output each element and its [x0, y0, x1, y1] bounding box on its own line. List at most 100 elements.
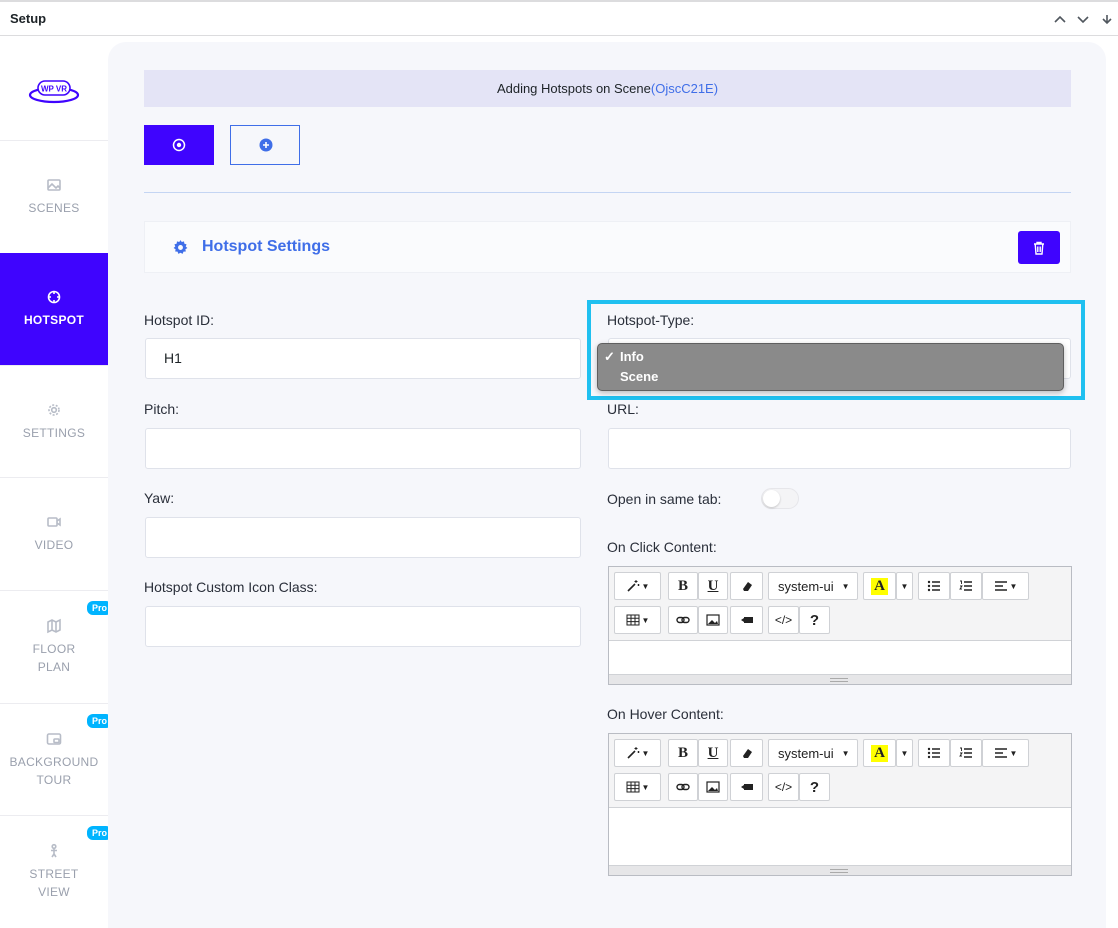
yaw-input[interactable]: [145, 517, 581, 558]
table-icon: [626, 614, 640, 626]
style-magic-button[interactable]: ▼: [614, 572, 661, 600]
sidebar-item-floor-plan[interactable]: Pro FLOOR PLAN: [0, 590, 112, 702]
font-family-value: system-ui: [778, 578, 834, 594]
on-hover-content-label: On Hover Content:: [607, 706, 724, 722]
underline-button[interactable]: U: [698, 739, 728, 767]
sidebar-item-label: BACKGROUND TOUR: [9, 754, 99, 787]
code-view-button[interactable]: </>: [768, 606, 799, 634]
main-panel: Adding Hotspots on Scene(OjscC21E) Hotsp…: [108, 42, 1106, 928]
url-input[interactable]: [608, 428, 1071, 469]
on-click-content-area[interactable]: [609, 640, 1071, 674]
font-family-value: system-ui: [778, 745, 834, 761]
sidebar-item-video[interactable]: VIDEO: [0, 477, 108, 589]
font-family-select[interactable]: system-ui ▼: [768, 739, 858, 767]
bullet-list-button[interactable]: [918, 739, 950, 767]
highlight-color-dropdown[interactable]: ▼: [896, 572, 913, 600]
on-hover-content-area[interactable]: [609, 807, 1071, 865]
clear-format-button[interactable]: [730, 572, 763, 600]
video-icon: [740, 617, 753, 623]
bullet-list-icon: [927, 580, 940, 592]
toggle-knob: [763, 490, 780, 507]
sidebar-item-label: SCENES: [28, 200, 80, 215]
pitch-input[interactable]: [145, 428, 581, 469]
sidebar: WP VR SCENES HOTSPOT SETTINGS VIDEO Pro …: [0, 36, 112, 928]
banner-text: Adding Hotspots on Scene: [496, 81, 651, 96]
divider: [144, 192, 1071, 193]
chevron-down-icon[interactable]: [1076, 12, 1090, 26]
sidebar-item-settings[interactable]: SETTINGS: [0, 365, 108, 477]
hotspot-settings-header: Hotspot Settings: [144, 221, 1071, 273]
bullet-list-icon: [927, 747, 940, 759]
numbered-list-icon: [959, 580, 972, 591]
gear-icon: [48, 403, 60, 416]
clear-format-button[interactable]: [730, 739, 763, 767]
eraser-icon: [742, 749, 752, 758]
eraser-icon: [742, 582, 752, 591]
bold-button[interactable]: B: [668, 739, 698, 767]
align-left-icon: [994, 748, 1007, 758]
collapse-arrow-icon[interactable]: [1100, 12, 1114, 26]
sidebar-item-scenes[interactable]: SCENES: [0, 140, 108, 252]
highlight-color-swatch: A: [871, 744, 888, 762]
help-button[interactable]: ?: [799, 606, 830, 634]
sidebar-item-hotspot[interactable]: HOTSPOT: [0, 253, 108, 365]
yaw-label: Yaw:: [144, 490, 175, 506]
code-view-button[interactable]: </>: [768, 773, 799, 801]
magic-wand-icon: [626, 747, 640, 759]
hotspot-list-button[interactable]: [144, 125, 214, 165]
window-header: Setup: [0, 0, 1118, 36]
video-button[interactable]: [730, 773, 763, 801]
custom-icon-class-input[interactable]: [145, 606, 581, 647]
plus-circle-icon: [259, 138, 273, 152]
editor-resize-handle[interactable]: [609, 674, 1071, 684]
on-click-editor: ▼ B U system-ui ▼ A ▼ ▼ ▼ </> ?: [608, 566, 1072, 685]
paragraph-align-button[interactable]: ▼: [982, 572, 1029, 600]
chevron-up-icon[interactable]: [1053, 12, 1067, 26]
table-icon: [626, 781, 640, 793]
sidebar-item-street-view[interactable]: Pro STREET VIEW: [0, 815, 112, 927]
font-family-select[interactable]: system-ui ▼: [768, 572, 858, 600]
hotspot-id-label: Hotspot ID:: [144, 312, 215, 328]
hotspot-id-input[interactable]: H1: [145, 338, 581, 379]
image-button[interactable]: [698, 606, 728, 634]
highlight-color-swatch: A: [871, 577, 888, 595]
highlight-color-button[interactable]: A: [863, 572, 896, 600]
add-hotspot-button[interactable]: [230, 125, 300, 165]
bold-button[interactable]: B: [668, 572, 698, 600]
numbered-list-icon: [959, 747, 972, 758]
numbered-list-button[interactable]: [950, 572, 982, 600]
open-same-tab-toggle[interactable]: [761, 488, 799, 509]
bullet-list-button[interactable]: [918, 572, 950, 600]
link-button[interactable]: [668, 606, 698, 634]
dropdown-option-info[interactable]: Info: [620, 349, 644, 364]
highlight-color-dropdown[interactable]: ▼: [896, 739, 913, 767]
dropdown-option-scene[interactable]: Scene: [620, 369, 658, 384]
image-icon: [706, 614, 720, 626]
gear-icon: [173, 240, 188, 254]
link-icon: [676, 783, 690, 791]
table-button[interactable]: ▼: [614, 773, 661, 801]
help-button[interactable]: ?: [799, 773, 830, 801]
open-same-tab-label: Open in same tab:: [607, 491, 722, 507]
delete-hotspot-button[interactable]: [1018, 231, 1060, 264]
underline-button[interactable]: U: [698, 572, 728, 600]
crosshair-icon: [47, 290, 61, 304]
sidebar-item-label: STREET VIEW: [29, 866, 79, 899]
highlight-color-button[interactable]: A: [863, 739, 896, 767]
map-icon: [47, 618, 61, 633]
window-title: Setup: [10, 11, 47, 26]
scene-banner: Adding Hotspots on Scene(OjscC21E): [144, 70, 1071, 107]
style-magic-button[interactable]: ▼: [614, 739, 661, 767]
table-button[interactable]: ▼: [614, 606, 661, 634]
picture-in-picture-icon: [46, 732, 62, 745]
video-button[interactable]: [730, 606, 763, 634]
link-button[interactable]: [668, 773, 698, 801]
editor-resize-handle[interactable]: [609, 865, 1071, 875]
sidebar-item-background-tour[interactable]: Pro BACKGROUND TOUR: [0, 703, 112, 815]
numbered-list-button[interactable]: [950, 739, 982, 767]
image-button[interactable]: [698, 773, 728, 801]
video-icon: [740, 784, 753, 790]
hotspot-type-dropdown[interactable]: ✓ Info Scene: [597, 343, 1064, 391]
link-icon: [676, 616, 690, 624]
paragraph-align-button[interactable]: ▼: [982, 739, 1029, 767]
